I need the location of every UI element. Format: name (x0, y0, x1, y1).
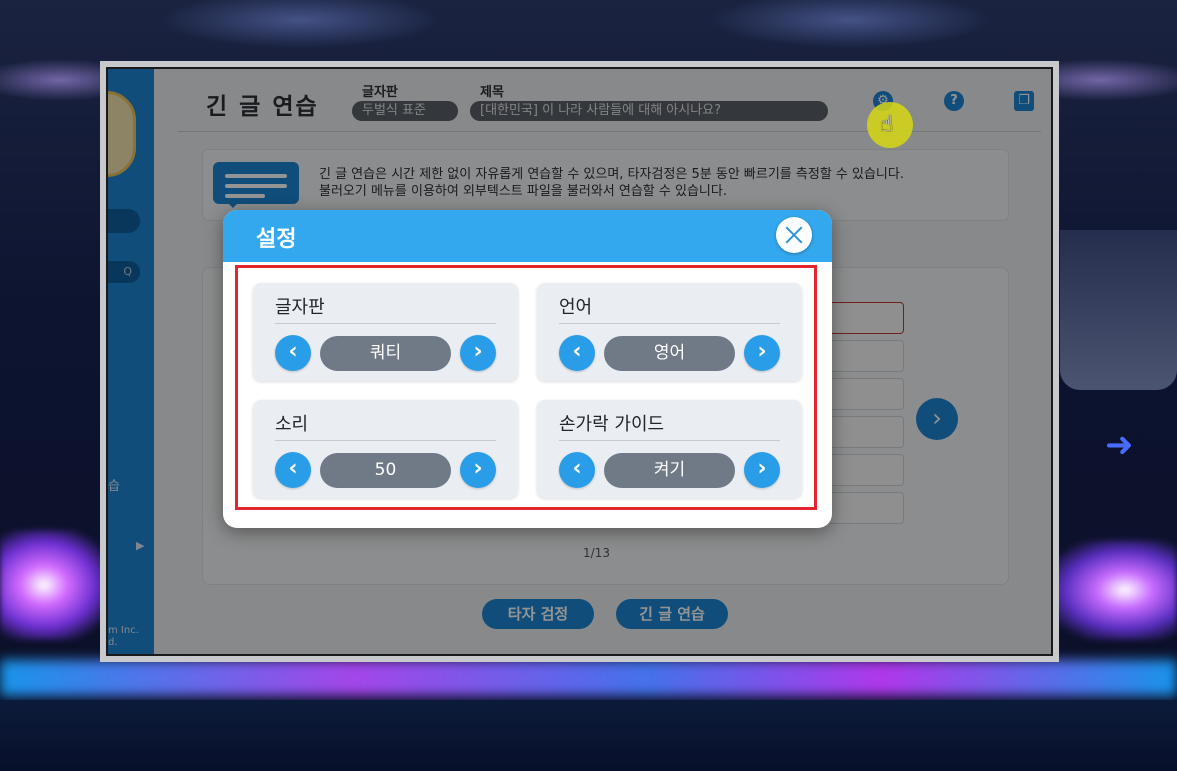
language-next-button[interactable]: › (744, 335, 780, 371)
hand-cursor-icon: ☝ (880, 112, 894, 137)
setting-label: 언어 (559, 297, 593, 318)
keyboard-next-button[interactable]: › (460, 335, 496, 371)
card-divider (559, 440, 780, 441)
finger-guide-value-pill: 켜기 (604, 453, 735, 488)
keyboard-prev-button[interactable]: ‹ (275, 335, 311, 371)
close-button[interactable] (776, 217, 812, 253)
dialog-header: 설정 (223, 210, 832, 262)
settings-highlight-frame: 글자판 ‹ 쿼티 › 언어 ‹ 영어 › 소리 ‹ 50 › 손가락 가이드 ‹… (235, 265, 817, 510)
setting-card-sound: 소리 ‹ 50 › (253, 400, 518, 498)
card-divider (275, 440, 496, 441)
setting-card-keyboard: 글자판 ‹ 쿼티 › (253, 283, 518, 381)
settings-dialog: 설정 글자판 ‹ 쿼티 › 언어 ‹ 영어 › 소리 ‹ 50 › 손가락 가이… (223, 210, 832, 528)
finger-guide-prev-button[interactable]: ‹ (559, 452, 595, 488)
sound-prev-button[interactable]: ‹ (275, 452, 311, 488)
language-prev-button[interactable]: ‹ (559, 335, 595, 371)
keyboard-value-pill: 쿼티 (320, 336, 451, 371)
dialog-title: 설정 (256, 227, 297, 252)
finger-guide-next-button[interactable]: › (744, 452, 780, 488)
language-value-pill: 영어 (604, 336, 735, 371)
keyboard-glow-left (0, 530, 110, 640)
keyboard-key-decoration (1060, 230, 1177, 390)
setting-card-finger-guide: 손가락 가이드 ‹ 켜기 › (537, 400, 802, 498)
card-divider (275, 323, 496, 324)
keyboard-glow-right (1047, 540, 1177, 640)
sound-next-button[interactable]: › (460, 452, 496, 488)
sound-value-pill: 50 (320, 453, 451, 488)
keyboard-light-band (0, 660, 1177, 696)
keyboard-lower-area (0, 700, 1177, 771)
setting-card-language: 언어 ‹ 영어 › (537, 283, 802, 381)
setting-label: 글자판 (275, 297, 325, 318)
setting-label: 손가락 가이드 (559, 414, 665, 435)
arrow-key-icon: ➜ (1105, 425, 1134, 465)
card-divider (559, 323, 780, 324)
setting-label: 소리 (275, 414, 309, 435)
